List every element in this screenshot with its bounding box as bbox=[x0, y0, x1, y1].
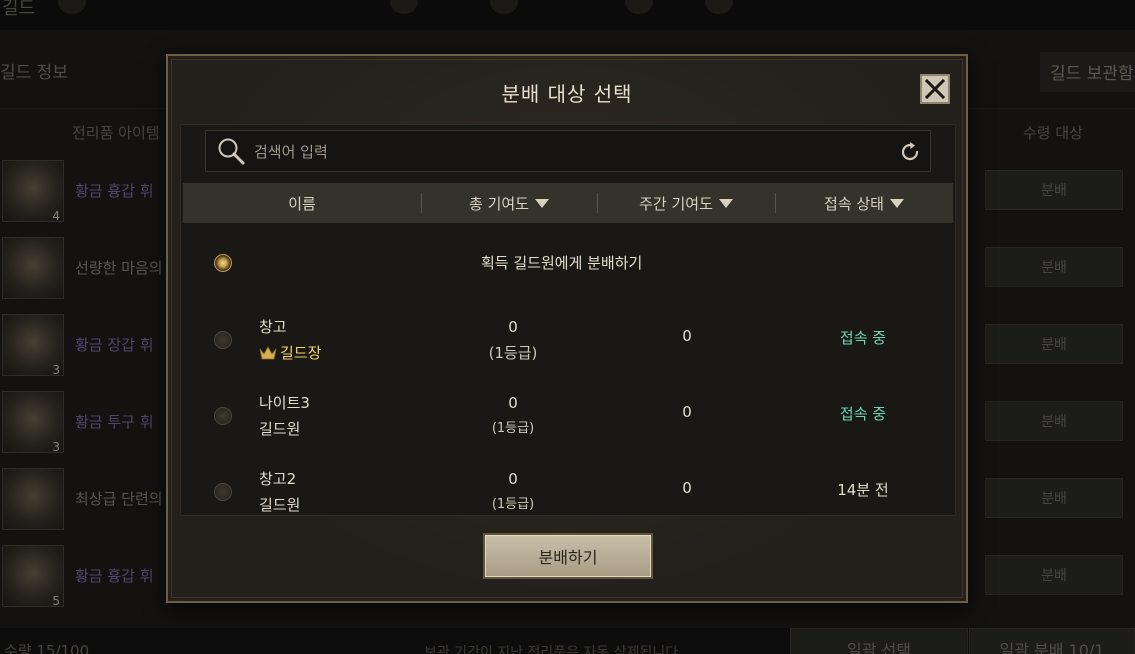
close-icon bbox=[924, 78, 946, 100]
option-label: 획득 길드원에게 분배하기 bbox=[481, 254, 643, 272]
distribute-confirm-button[interactable]: 분배하기 bbox=[483, 533, 653, 579]
weekly-contribution: 0 bbox=[682, 403, 692, 421]
total-contribution: 0 bbox=[508, 318, 518, 336]
contribution-grade: (1등급) bbox=[491, 497, 535, 512]
sort-weekly-contribution[interactable]: 주간 기여도 bbox=[597, 183, 775, 223]
contribution-grade: (1등급) bbox=[491, 421, 535, 436]
member-role: 길드원 bbox=[259, 420, 301, 438]
member-name: 창고 bbox=[259, 318, 287, 336]
member-list: 획득 길드원에게 분배하기 창고 길드장 0 (1등급) 0 접속 중 나이트3… bbox=[183, 228, 953, 515]
weekly-contribution: 0 bbox=[682, 327, 692, 345]
member-row[interactable]: 창고 길드장 0 (1등급) 0 접속 중 bbox=[183, 314, 953, 390]
weekly-contribution: 0 bbox=[682, 479, 692, 497]
member-role: 길드원 bbox=[259, 496, 301, 514]
contribution-grade: (1등급) bbox=[488, 344, 538, 362]
member-name: 나이트3 bbox=[259, 394, 310, 412]
search-input[interactable] bbox=[254, 139, 874, 165]
total-contribution: 0 bbox=[508, 394, 518, 412]
crown-icon bbox=[259, 346, 277, 360]
distribution-target-dialog: 분배 대상 선택 이름 총 기여도 주간 기여도 bbox=[166, 54, 968, 603]
sort-down-icon bbox=[718, 198, 733, 208]
column-name: 이름 bbox=[288, 194, 316, 213]
close-button[interactable] bbox=[920, 74, 950, 104]
member-row[interactable]: 창고2 길드원 0 (1등급) 0 14분 전 bbox=[183, 466, 953, 515]
sort-down-icon bbox=[889, 198, 904, 208]
total-contribution: 0 bbox=[508, 470, 518, 488]
sort-down-icon bbox=[534, 198, 549, 208]
radio-button[interactable] bbox=[214, 331, 232, 349]
connection-status: 접속 중 bbox=[839, 405, 887, 423]
dialog-title: 분배 대상 선택 bbox=[501, 82, 633, 106]
search-icon bbox=[218, 138, 245, 165]
sort-connection-status[interactable]: 접속 상태 bbox=[775, 183, 953, 223]
connection-status: 14분 전 bbox=[837, 481, 889, 499]
refresh-icon[interactable] bbox=[898, 140, 922, 164]
sort-total-contribution[interactable]: 총 기여도 bbox=[421, 183, 597, 223]
member-table-header: 이름 총 기여도 주간 기여도 접속 상태 bbox=[183, 183, 953, 223]
member-role: 길드장 bbox=[259, 340, 321, 366]
connection-status: 접속 중 bbox=[839, 329, 887, 347]
radio-button[interactable] bbox=[214, 407, 232, 425]
search-box[interactable] bbox=[205, 130, 931, 172]
member-name: 창고2 bbox=[259, 470, 297, 488]
radio-button[interactable] bbox=[214, 483, 232, 501]
radio-button[interactable] bbox=[214, 254, 232, 272]
member-row[interactable]: 나이트3 길드원 0 (1등급) 0 접속 중 bbox=[183, 390, 953, 466]
